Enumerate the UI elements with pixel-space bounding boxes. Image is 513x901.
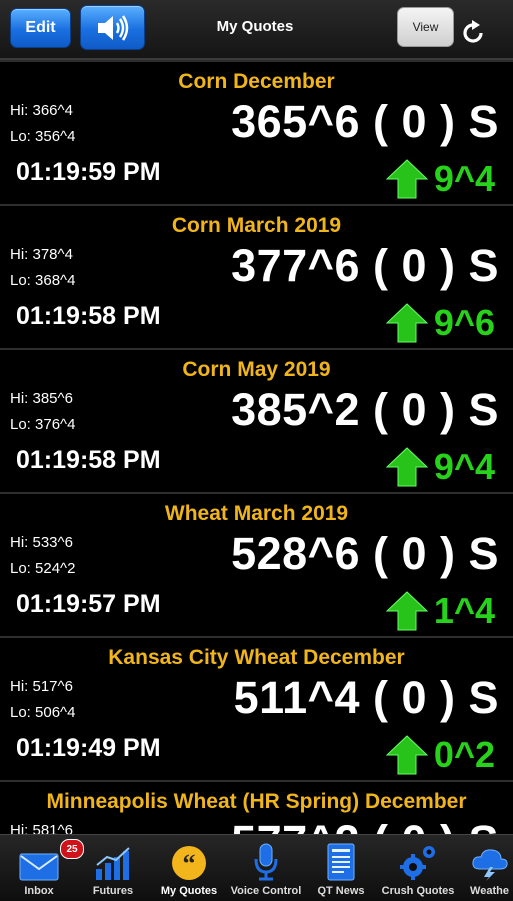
nav-label: Inbox xyxy=(24,885,54,897)
low-value: Lo: 524^2 xyxy=(10,560,76,577)
nav-my-quotes[interactable]: “ My Quotes xyxy=(154,835,224,901)
sound-button[interactable] xyxy=(80,5,145,50)
contract-name: Wheat March 2019 xyxy=(164,502,349,525)
up-arrow-icon xyxy=(385,591,428,631)
nav-label: QT News xyxy=(317,885,365,897)
high-value: Hi: 366^4 xyxy=(10,102,73,119)
price-change: 9^4 xyxy=(385,446,495,488)
low-value: Lo: 368^4 xyxy=(10,272,76,289)
quote-card[interactable]: Corn December Hi: 366^4 Lo: 356^4 365^6 … xyxy=(0,60,513,204)
nav-label: Futures xyxy=(92,885,134,897)
quote-time: 01:19:57 PM xyxy=(16,590,161,618)
nav-label: My Quotes xyxy=(160,885,218,897)
speaker-icon xyxy=(97,14,128,41)
price-change: 9^6 xyxy=(385,302,495,344)
quote-time: 01:19:59 PM xyxy=(16,158,161,186)
contract-name: Kansas City Wheat December xyxy=(108,646,405,669)
quote-card[interactable]: Kansas City Wheat December Hi: 517^6 Lo:… xyxy=(0,636,513,780)
low-value: Lo: 356^4 xyxy=(10,128,76,145)
envelope-icon xyxy=(19,853,59,881)
last-price: 511^4 ( 0 ) S xyxy=(233,672,499,723)
last-price: 365^6 ( 0 ) S xyxy=(231,96,499,147)
high-value: Hi: 517^6 xyxy=(10,678,73,695)
svg-text:“: “ xyxy=(183,849,196,878)
nav-weather[interactable]: Weathe xyxy=(466,835,513,901)
price-change: 0^2 xyxy=(385,734,495,776)
high-value: Hi: 533^6 xyxy=(10,534,73,551)
quote-time: 01:19:58 PM xyxy=(16,302,161,330)
high-value: Hi: 581^6 xyxy=(10,822,73,834)
bar-chart-icon xyxy=(96,847,130,880)
quote-time: 01:19:58 PM xyxy=(16,446,161,474)
weather-icon xyxy=(471,849,508,881)
quote-card[interactable]: Corn March 2019 Hi: 378^4 Lo: 368^4 377^… xyxy=(0,204,513,348)
nav-crush-quotes[interactable]: Crush Quotes xyxy=(378,835,458,901)
quote-list[interactable]: Corn December Hi: 366^4 Lo: 356^4 365^6 … xyxy=(0,60,513,834)
nav-label: Weathe xyxy=(470,885,509,897)
high-value: Hi: 385^6 xyxy=(10,390,73,407)
price-change: 9^4 xyxy=(385,158,495,200)
change-value: 9^4 xyxy=(433,446,495,487)
low-value: Lo: 506^4 xyxy=(10,704,76,721)
nav-voice-control[interactable]: Voice Control xyxy=(228,835,304,901)
last-price: 377^6 ( 0 ) S xyxy=(231,240,499,291)
bottom-nav: 25 Inbox Futures “ My Quotes Voice Contr… xyxy=(0,834,513,901)
nav-inbox[interactable]: 25 Inbox xyxy=(8,835,84,901)
gears-icon xyxy=(400,846,435,880)
up-arrow-icon xyxy=(385,735,428,775)
low-value: Lo: 376^4 xyxy=(10,416,76,433)
microphone-icon xyxy=(254,843,278,881)
quote-card[interactable]: Corn May 2019 Hi: 385^6 Lo: 376^4 385^2 … xyxy=(0,348,513,492)
contract-name: Corn May 2019 xyxy=(182,358,331,381)
quote-card[interactable]: Minneapolis Wheat (HR Spring) December H… xyxy=(0,780,513,834)
contract-name: Minneapolis Wheat (HR Spring) December xyxy=(46,790,467,813)
up-arrow-icon xyxy=(385,159,428,199)
nav-futures[interactable]: Futures xyxy=(82,835,144,901)
last-price: 577^2 ( 0 ) S xyxy=(231,816,499,834)
quote-card[interactable]: Wheat March 2019 Hi: 533^6 Lo: 524^2 528… xyxy=(0,492,513,636)
refresh-icon[interactable] xyxy=(460,20,486,46)
last-price: 385^2 ( 0 ) S xyxy=(231,384,499,435)
view-button[interactable]: View xyxy=(397,7,454,47)
quote-time: 01:19:49 PM xyxy=(16,734,161,762)
quote-icon: “ xyxy=(172,846,206,880)
change-value: 9^6 xyxy=(433,302,495,343)
top-bar: Edit My Quotes View xyxy=(0,0,513,60)
change-value: 0^2 xyxy=(433,734,495,775)
price-change: 1^4 xyxy=(385,590,495,632)
nav-label: Crush Quotes xyxy=(381,885,455,897)
up-arrow-icon xyxy=(385,447,428,487)
nav-qt-news[interactable]: QT News xyxy=(310,835,372,901)
news-icon xyxy=(327,843,355,881)
contract-name: Corn March 2019 xyxy=(171,214,342,237)
last-price: 528^6 ( 0 ) S xyxy=(231,528,499,579)
edit-button[interactable]: Edit xyxy=(10,8,71,48)
up-arrow-icon xyxy=(385,303,428,343)
inbox-badge: 25 xyxy=(60,839,84,859)
page-title: My Quotes xyxy=(216,18,294,35)
change-value: 1^4 xyxy=(433,590,495,631)
contract-name: Corn December xyxy=(178,70,335,93)
nav-label: Voice Control xyxy=(230,885,302,897)
change-value: 9^4 xyxy=(433,158,495,199)
high-value: Hi: 378^4 xyxy=(10,246,73,263)
